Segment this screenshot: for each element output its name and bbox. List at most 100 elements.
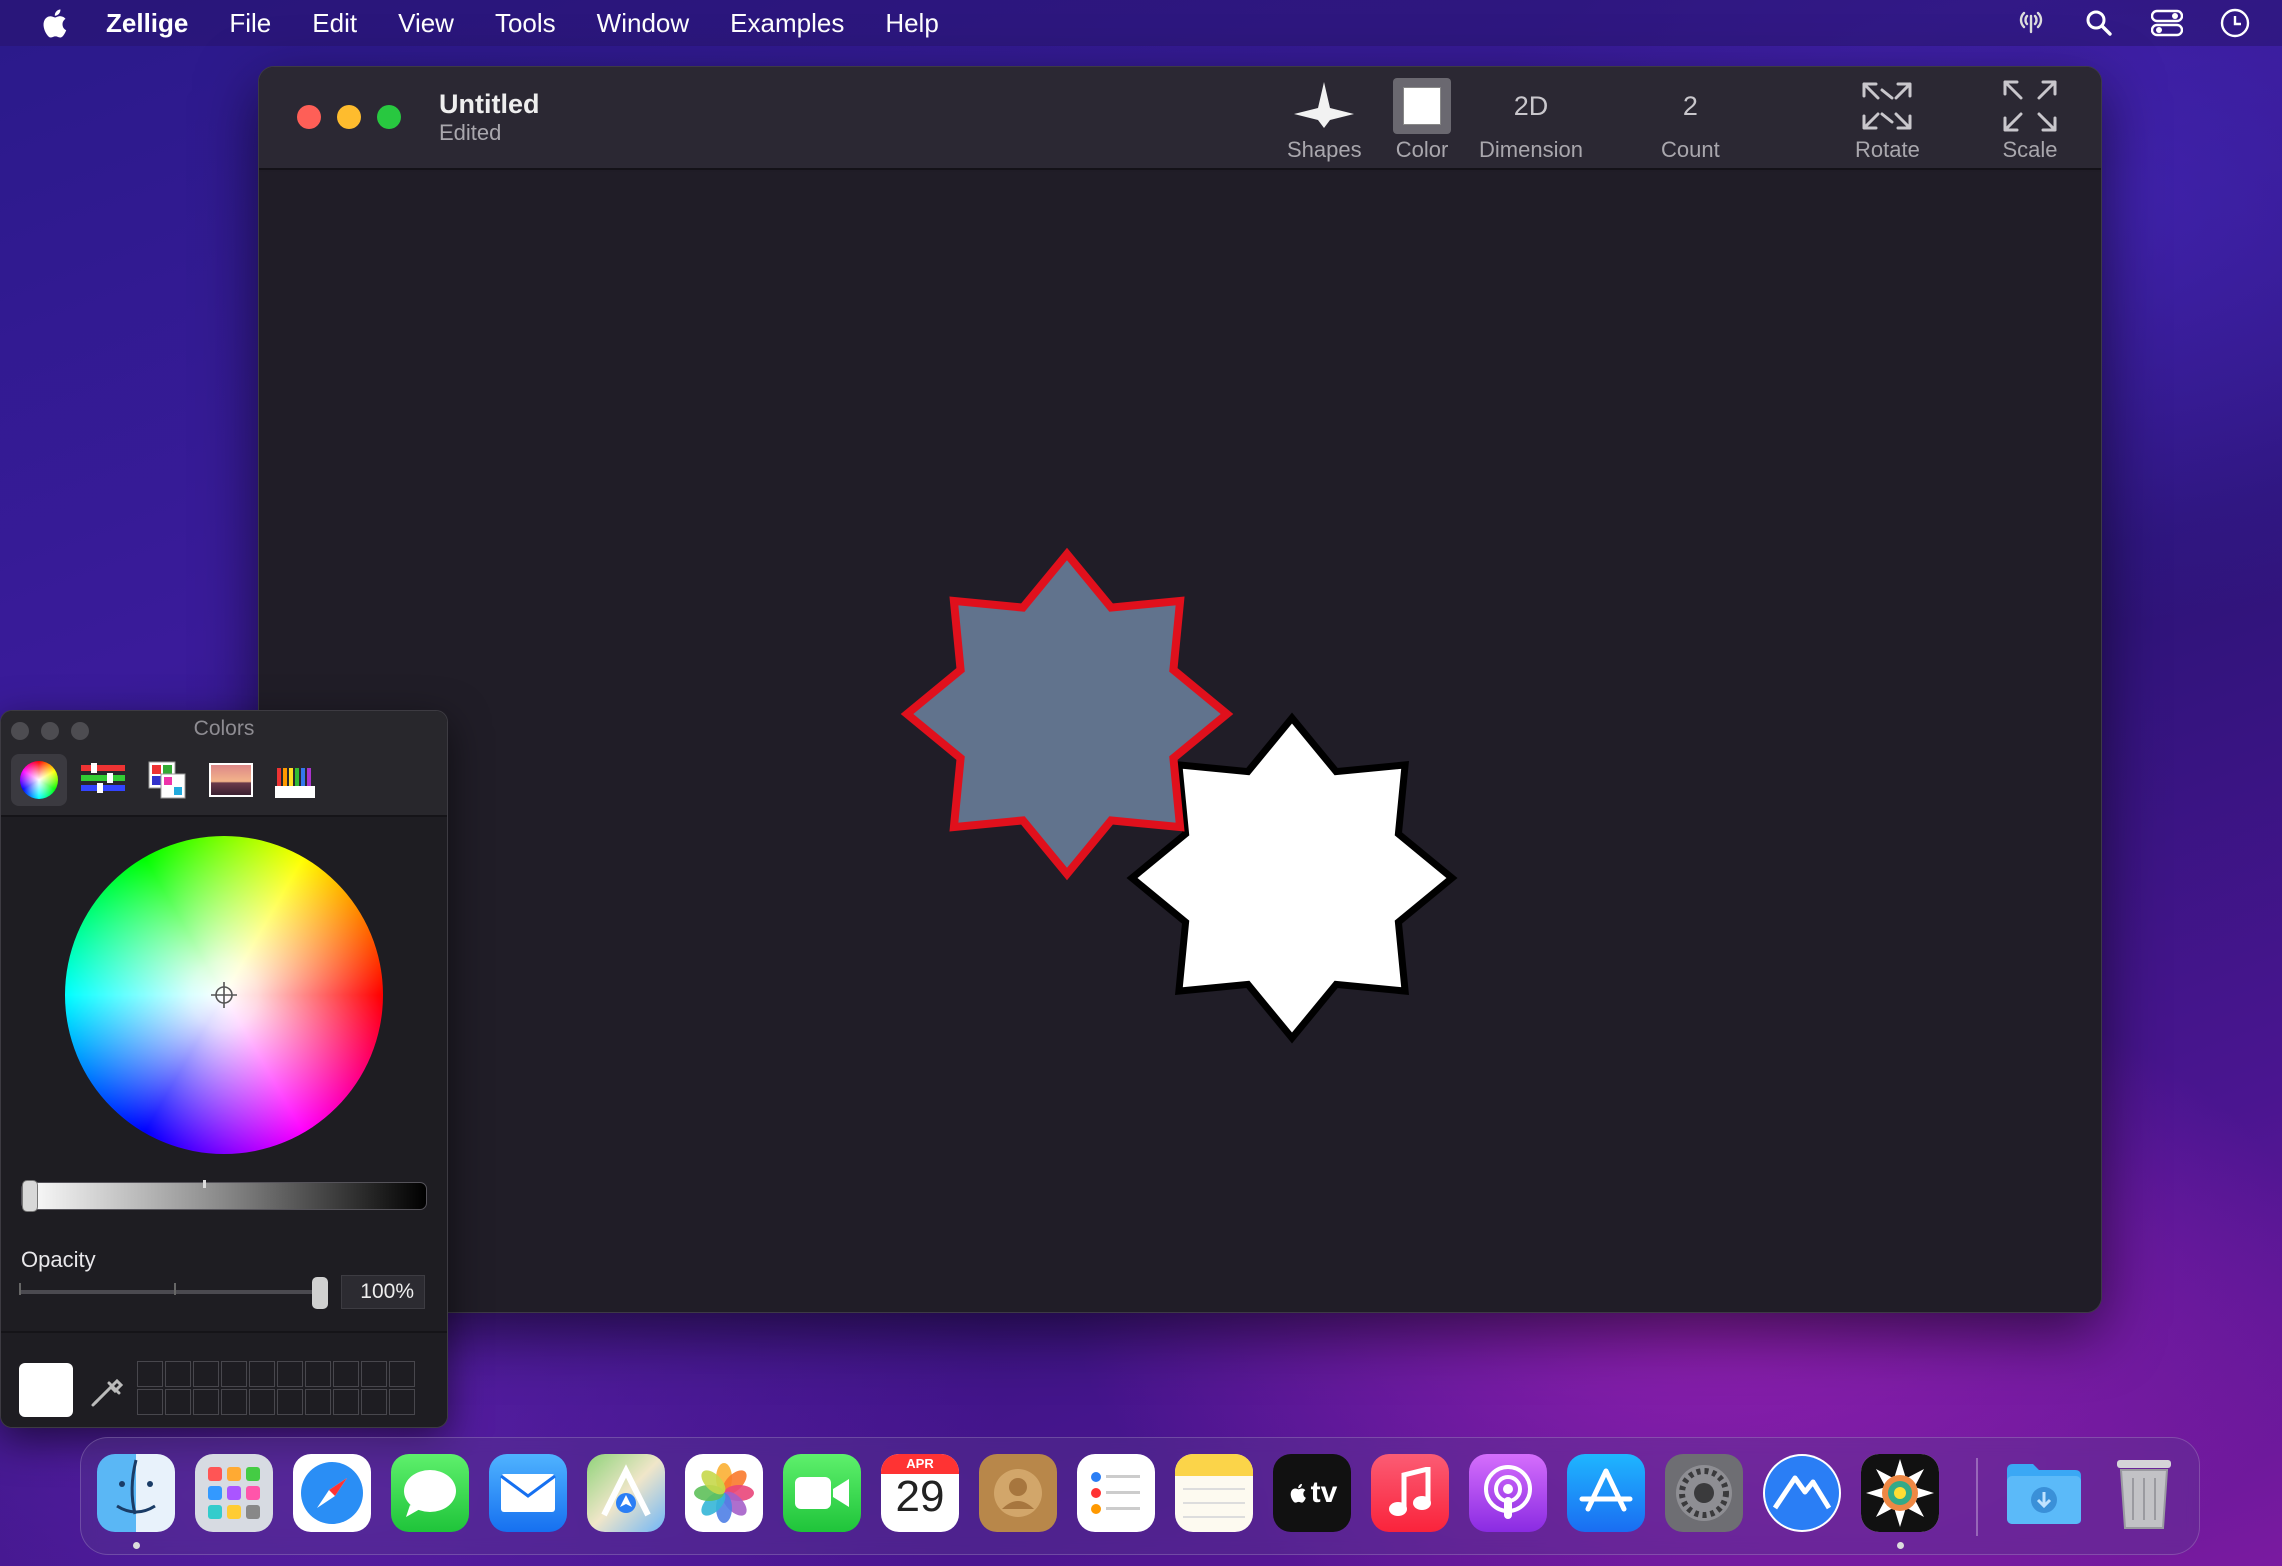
launchpad-icon[interactable]	[195, 1454, 273, 1532]
calendar-month: APR	[881, 1454, 959, 1474]
dimension-control[interactable]: 2D Dimension	[1479, 77, 1583, 165]
minimize-button[interactable]	[337, 105, 361, 129]
empty-swatch[interactable]	[137, 1361, 163, 1387]
current-color-swatch[interactable]	[19, 1363, 73, 1417]
color-wheel-mode-tab[interactable]	[11, 754, 67, 806]
opacity-value-field[interactable]: 100%	[341, 1275, 425, 1309]
empty-swatch[interactable]	[249, 1361, 275, 1387]
photos-icon[interactable]	[685, 1454, 763, 1532]
reminders-icon[interactable]	[1077, 1454, 1155, 1532]
crosshair-icon[interactable]	[211, 982, 237, 1008]
empty-swatch[interactable]	[221, 1361, 247, 1387]
antenna-icon[interactable]	[2014, 6, 2048, 40]
brightness-slider-knob[interactable]	[22, 1180, 38, 1212]
image-palettes-icon	[209, 763, 253, 797]
menu-app-name[interactable]: Zellige	[106, 8, 188, 39]
shapes-button[interactable]: Shapes	[1287, 77, 1362, 165]
colors-titlebar[interactable]: Colors	[1, 711, 447, 817]
scale-label: Scale	[2002, 137, 2058, 162]
menu-help[interactable]: Help	[885, 8, 938, 39]
control-center-icon[interactable]	[2150, 6, 2184, 40]
opacity-tick-start	[19, 1283, 21, 1295]
empty-swatch[interactable]	[165, 1361, 191, 1387]
app-store-icon[interactable]	[1567, 1454, 1645, 1532]
count-label: Count	[1661, 137, 1720, 162]
empty-swatch[interactable]	[221, 1389, 247, 1415]
siri-icon[interactable]	[2218, 6, 2252, 40]
empty-swatch[interactable]	[361, 1389, 387, 1415]
zellige-running-indicator	[1897, 1542, 1904, 1549]
opacity-slider[interactable]	[19, 1290, 319, 1294]
empty-swatch[interactable]	[333, 1389, 359, 1415]
apple-logo-icon[interactable]	[38, 6, 68, 40]
shapes-label: Shapes	[1287, 137, 1362, 162]
maps-icon[interactable]	[587, 1454, 665, 1532]
calendar-day: 29	[895, 1472, 945, 1521]
calendar-icon[interactable]: APR 29	[881, 1454, 959, 1532]
notes-icon[interactable]	[1175, 1454, 1253, 1532]
rotate-icon	[1858, 77, 1916, 135]
scale-icon	[2001, 77, 2059, 135]
sliders-mode-tab[interactable]	[75, 754, 131, 806]
dimension-label: Dimension	[1479, 137, 1583, 162]
downloads-folder-icon[interactable]	[2005, 1454, 2083, 1532]
white-star-shape[interactable]	[1126, 712, 1458, 1044]
empty-swatch[interactable]	[389, 1361, 415, 1387]
trash-icon[interactable]	[2105, 1454, 2183, 1532]
search-icon[interactable]	[2082, 6, 2116, 40]
empty-swatch[interactable]	[249, 1389, 275, 1415]
opacity-label: Opacity	[21, 1247, 96, 1272]
pencils-icon	[275, 768, 315, 798]
empty-swatch[interactable]	[277, 1361, 303, 1387]
finder-icon[interactable]	[97, 1454, 175, 1532]
color-wheel-icon	[20, 761, 58, 799]
altitude-icon[interactable]	[1763, 1454, 1841, 1532]
empty-swatch[interactable]	[361, 1361, 387, 1387]
brightness-slider[interactable]	[21, 1180, 427, 1212]
zoom-button[interactable]	[377, 105, 401, 129]
system-settings-icon[interactable]	[1665, 1454, 1743, 1532]
facetime-icon[interactable]	[783, 1454, 861, 1532]
mail-icon[interactable]	[489, 1454, 567, 1532]
palettes-mode-tab[interactable]	[139, 754, 195, 806]
empty-swatch[interactable]	[305, 1389, 331, 1415]
menu-window[interactable]: Window	[597, 8, 689, 39]
empty-swatch[interactable]	[137, 1389, 163, 1415]
empty-swatch[interactable]	[389, 1389, 415, 1415]
podcasts-icon[interactable]	[1469, 1454, 1547, 1532]
contacts-icon[interactable]	[979, 1454, 1057, 1532]
document-window: Untitled Edited Shapes Color 2D Dimensio…	[258, 66, 2102, 1313]
count-control[interactable]: 2 Count	[1661, 77, 1720, 165]
close-button[interactable]	[297, 105, 321, 129]
empty-swatch[interactable]	[333, 1361, 359, 1387]
pencils-mode-tab[interactable]	[267, 754, 323, 806]
scale-button[interactable]: Scale	[2001, 77, 2059, 165]
window-titlebar[interactable]: Untitled Edited Shapes Color 2D Dimensio…	[259, 67, 2101, 170]
menu-file[interactable]: File	[229, 8, 271, 39]
menu-view[interactable]: View	[398, 8, 454, 39]
menu-bar: Zellige File Edit View Tools Window Exam…	[0, 0, 2282, 46]
safari-icon[interactable]	[293, 1454, 371, 1532]
empty-swatch[interactable]	[193, 1389, 219, 1415]
color-button[interactable]: Color	[1393, 77, 1451, 165]
color-label: Color	[1395, 137, 1449, 162]
music-icon[interactable]	[1371, 1454, 1449, 1532]
image-palettes-mode-tab[interactable]	[203, 754, 259, 806]
menu-edit[interactable]: Edit	[312, 8, 357, 39]
apple-tv-icon[interactable]: tv	[1273, 1454, 1351, 1532]
menu-tools[interactable]: Tools	[495, 8, 556, 39]
eyedropper-icon[interactable]	[89, 1369, 127, 1409]
opacity-slider-knob[interactable]	[312, 1277, 328, 1309]
selected-star-shape[interactable]	[900, 547, 1234, 881]
empty-swatch[interactable]	[277, 1389, 303, 1415]
empty-swatch[interactable]	[305, 1361, 331, 1387]
messages-icon[interactable]	[391, 1454, 469, 1532]
menu-examples[interactable]: Examples	[730, 8, 844, 39]
drawing-canvas[interactable]	[259, 172, 2101, 1312]
zellige-icon[interactable]	[1861, 1454, 1939, 1532]
empty-swatch[interactable]	[193, 1361, 219, 1387]
rotate-button[interactable]: Rotate	[1855, 77, 1920, 165]
canvas-svg	[900, 547, 1458, 1044]
finder-running-indicator	[133, 1542, 140, 1549]
empty-swatch[interactable]	[165, 1389, 191, 1415]
